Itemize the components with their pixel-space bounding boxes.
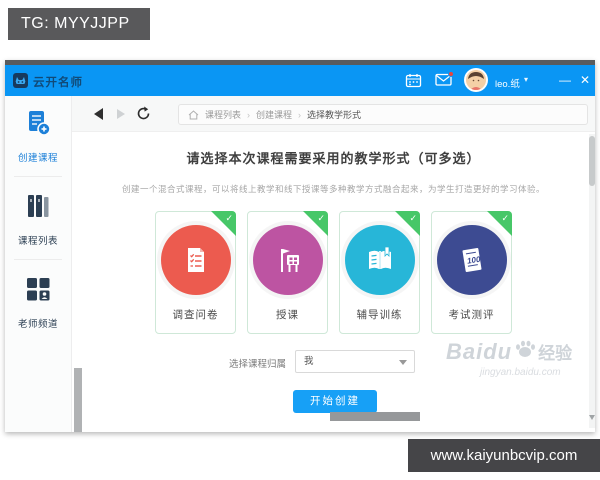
- forward-icon[interactable]: [117, 109, 125, 119]
- app-window: 云开名师 leo.纸 ▾ — ✕ 创建课程 课程列表 老师频道 课程列表 › 创…: [5, 60, 595, 432]
- user-menu-caret-icon[interactable]: ▾: [524, 75, 528, 84]
- sidebar: 创建课程 课程列表 老师频道: [5, 96, 72, 432]
- card-exam[interactable]: ✓ 100 考试测评: [431, 211, 512, 334]
- background-window-artifact: [330, 412, 420, 421]
- select-caret-icon: [399, 360, 407, 365]
- card-label: 调查问卷: [172, 309, 219, 321]
- lecture-icon: [252, 225, 323, 295]
- card-lecture[interactable]: ✓ 授课: [247, 211, 328, 334]
- card-tutoring[interactable]: ✓ 辅导训练: [339, 211, 420, 334]
- minimize-button[interactable]: —: [557, 71, 573, 89]
- course-owner-value: 我: [304, 356, 314, 367]
- check-icon: ✓: [317, 213, 325, 223]
- breadcrumb-item-course-list[interactable]: 课程列表: [205, 108, 241, 121]
- sidebar-divider: [14, 176, 62, 177]
- refresh-icon[interactable]: [136, 106, 151, 126]
- course-list-icon: [28, 195, 49, 217]
- course-owner-row: 选择课程归属 我: [72, 350, 595, 373]
- home-icon[interactable]: [188, 109, 199, 120]
- breadcrumb-item-choose-format[interactable]: 选择教学形式: [307, 108, 361, 121]
- tg-banner: TG: MYYJJPP: [8, 8, 150, 40]
- check-icon: ✓: [225, 213, 233, 223]
- breadcrumb: 课程列表 › 创建课程 › 选择教学形式: [178, 104, 588, 125]
- course-owner-label: 选择课程归属: [228, 359, 286, 370]
- titlebar: 云开名师 leo.纸 ▾ — ✕: [5, 65, 595, 96]
- tutoring-icon: [344, 225, 415, 295]
- create-course-icon: [29, 111, 51, 136]
- toolbar: 课程列表 › 创建课程 › 选择教学形式: [72, 96, 595, 132]
- scrollbar-thumb[interactable]: [589, 136, 595, 186]
- mail-icon[interactable]: [435, 71, 454, 91]
- app-title: 云开名师: [33, 77, 83, 89]
- scroll-down-icon[interactable]: [589, 415, 595, 420]
- start-create-button[interactable]: 开始创建: [293, 390, 377, 413]
- breadcrumb-separator: ›: [247, 109, 251, 120]
- window-body: 创建课程 课程列表 老师频道 课程列表 › 创建课程 › 选择教学形式 请选择本…: [5, 96, 595, 432]
- survey-icon: [160, 225, 231, 295]
- page-subtitle: 创建一个混合式课程，可以将线上教学和线下授课等多种教学方式融合起来，为学生打造更…: [121, 184, 545, 194]
- card-survey[interactable]: ✓ 调查问卷: [155, 211, 236, 334]
- exam-icon: 100: [436, 225, 507, 295]
- sidebar-item-teacher-channel[interactable]: 老师频道: [5, 262, 71, 340]
- user-avatar[interactable]: [464, 68, 488, 92]
- teacher-channel-icon: [27, 278, 50, 301]
- card-label: 辅导训练: [356, 309, 403, 321]
- card-label: 考试测评: [448, 309, 495, 321]
- sidebar-item-label: 老师频道: [17, 319, 58, 330]
- teaching-format-cards: ✓ 调查问卷 ✓ 授课 ✓ 辅导训练 ✓ 100 考试测评: [72, 211, 595, 334]
- username-label[interactable]: leo.纸: [495, 76, 520, 90]
- breadcrumb-separator: ›: [298, 109, 302, 120]
- app-logo-icon: [13, 73, 28, 88]
- sidebar-item-label: 课程列表: [17, 236, 58, 247]
- schedule-icon[interactable]: [405, 73, 422, 93]
- scrollbar-track[interactable]: [589, 134, 595, 428]
- course-owner-select[interactable]: 我: [295, 350, 415, 373]
- screenshot-canvas: TG: MYYJJPP 云开名师 leo.纸 ▾ — ✕ 创建课程 课程列表 老…: [0, 0, 600, 480]
- notification-dot: [448, 71, 454, 77]
- site-banner: www.kaiyunbcvip.com: [408, 439, 600, 472]
- page-title: 请选择本次课程需要采用的教学形式（可多选）: [186, 151, 481, 166]
- back-icon[interactable]: [94, 108, 103, 120]
- check-icon: ✓: [501, 213, 509, 223]
- breadcrumb-item-create-course[interactable]: 创建课程: [256, 108, 292, 121]
- sidebar-divider: [14, 259, 62, 260]
- sidebar-item-label: 创建课程: [17, 153, 58, 164]
- check-icon: ✓: [409, 213, 417, 223]
- background-window-artifact: [74, 368, 82, 432]
- close-button[interactable]: ✕: [577, 71, 593, 89]
- sidebar-item-course-list[interactable]: 课程列表: [5, 179, 71, 257]
- sidebar-item-create-course[interactable]: 创建课程: [5, 96, 71, 174]
- main-content: 请选择本次课程需要采用的教学形式（可多选） 创建一个混合式课程，可以将线上教学和…: [72, 132, 595, 432]
- card-label: 授课: [276, 309, 299, 321]
